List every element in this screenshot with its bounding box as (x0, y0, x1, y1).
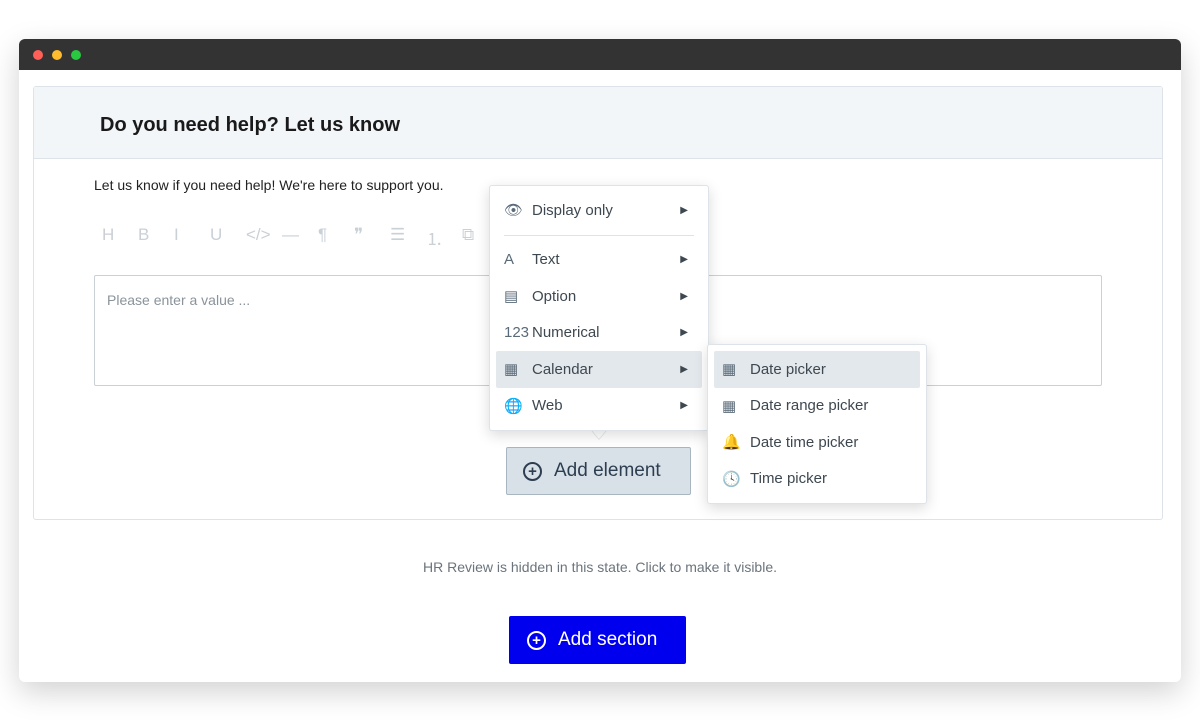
calendar-icon: ▦ (504, 361, 519, 379)
bold-icon[interactable]: B (138, 225, 174, 250)
add-section-button[interactable]: + Add section (509, 616, 686, 664)
underline-icon[interactable]: U (210, 225, 246, 250)
chevron-right-icon: ▶ (680, 254, 688, 266)
hidden-section-note[interactable]: HR Review is hidden in this state. Click… (19, 559, 1181, 575)
add-element-label: Add element (554, 460, 661, 481)
menu-item-label: Time picker (750, 470, 827, 488)
italic-icon[interactable]: I (174, 225, 210, 250)
menu-divider (504, 234, 694, 236)
menu-item-label: Date range picker (750, 397, 869, 415)
chevron-right-icon: ▶ (680, 290, 688, 302)
date-time-picker-icon: 🔔 (722, 434, 741, 452)
time-picker-icon: 🕓 (722, 470, 741, 488)
title-bar (19, 39, 1181, 70)
date-picker-icon: ▦ (722, 361, 737, 379)
menu-item-label: Display only (532, 201, 613, 219)
menu-item-label: Text (532, 251, 560, 269)
menu-item-time-picker[interactable]: 🕓 Time picker (714, 461, 920, 498)
horizontal-rule-icon[interactable]: — (282, 225, 318, 250)
quote-icon[interactable]: ❞ (354, 225, 390, 250)
calendar-submenu: ▦ Date picker ▦ Date range picker 🔔 Date time… (707, 344, 927, 504)
chevron-right-icon: ▶ (680, 327, 688, 339)
add-element-button[interactable]: + Add element (506, 447, 691, 495)
chevron-right-icon: ▶ (680, 400, 688, 412)
menu-item-label: Calendar (532, 360, 593, 378)
display-only-icon: 👁 (504, 202, 524, 220)
code-icon[interactable]: </> (246, 225, 282, 250)
menu-item-numerical[interactable]: 123 Numerical ▶ (496, 315, 702, 352)
add-section-label: Add section (558, 629, 658, 650)
minimize-dot[interactable] (52, 50, 62, 60)
menu-item-display-only[interactable]: 👁 Display only ▶ (496, 192, 702, 229)
menu-item-date-range-picker[interactable]: ▦ Date range picker (714, 388, 920, 425)
menu-item-label: Numerical (532, 324, 600, 342)
menu-item-date-time-picker[interactable]: 🔔 Date time picker (714, 424, 920, 461)
menu-item-date-picker[interactable]: ▦ Date picker (714, 351, 920, 388)
date-range-picker-icon: ▦ (722, 397, 737, 415)
text-icon: A (504, 251, 515, 269)
menu-item-option[interactable]: ▤ Option ▶ (496, 278, 702, 315)
section-title: Do you need help? Let us know (34, 87, 1162, 159)
bullet-list-icon[interactable]: ☰ (390, 225, 426, 250)
chevron-right-icon: ▶ (680, 363, 688, 375)
plus-circle-icon: + (527, 630, 546, 650)
section-description: Let us know if you need help! We're here… (94, 177, 444, 193)
chevron-right-icon: ▶ (680, 204, 688, 216)
menu-item-text[interactable]: A Text ▶ (496, 242, 702, 279)
maximize-dot[interactable] (71, 50, 81, 60)
numbered-list-icon[interactable]: ⒈ (426, 225, 462, 250)
menu-item-label: Web (532, 397, 563, 415)
menu-item-label: Option (532, 287, 577, 305)
editor-toolbar: H B I U </> — ¶ ❞ ☰ ⒈ ⧉ (102, 225, 498, 250)
plus-circle-icon: + (523, 461, 542, 481)
close-dot[interactable] (33, 50, 43, 60)
menu-item-label: Date time picker (750, 433, 859, 451)
paragraph-icon[interactable]: ¶ (318, 225, 354, 250)
heading-icon[interactable]: H (102, 225, 138, 250)
menu-item-web[interactable]: 🌐 Web ▶ (496, 388, 702, 425)
element-type-menu: 👁 Display only ▶ A Text ▶ ▤ Option ▶ 123 Numerical… (489, 185, 709, 431)
menu-item-calendar[interactable]: ▦ Calendar ▶ (496, 351, 702, 388)
web-icon: 🌐 (504, 397, 523, 415)
menu-item-label: Date picker (750, 360, 826, 378)
numerical-icon: 123 (504, 324, 530, 342)
option-icon: ▤ (504, 288, 519, 306)
